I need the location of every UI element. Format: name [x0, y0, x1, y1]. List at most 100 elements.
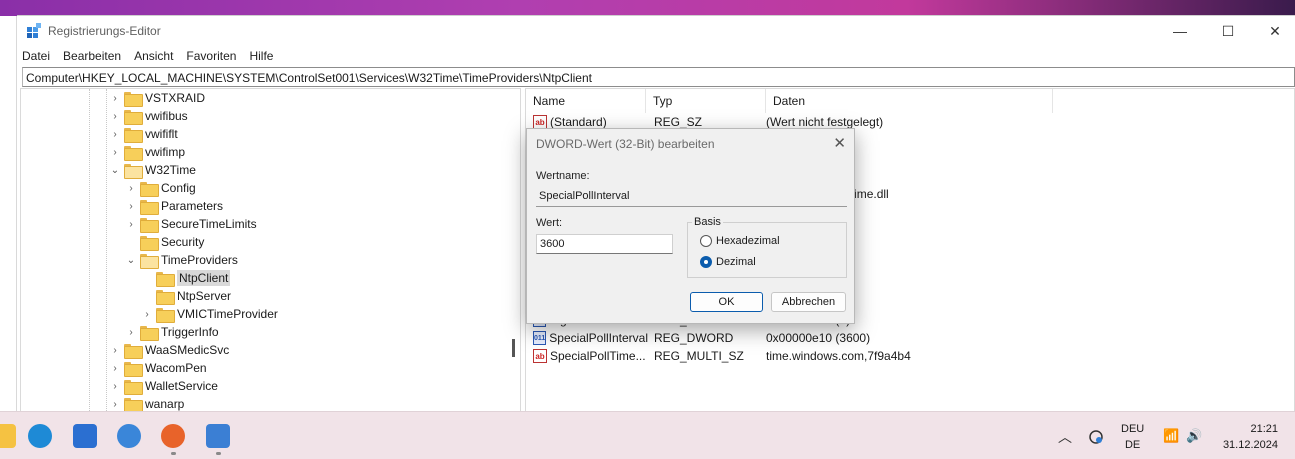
- value-data: 0x00000e10 (3600): [766, 331, 871, 345]
- dialog-close-icon[interactable]: ✕: [833, 134, 846, 152]
- value-type: REG_DWORD: [654, 331, 734, 345]
- cancel-button[interactable]: Abbrechen: [771, 292, 846, 312]
- folder-icon: [140, 199, 159, 215]
- chevron-down-icon[interactable]: ⌄: [125, 255, 137, 266]
- chevron-right-icon[interactable]: ›: [125, 183, 137, 194]
- tree-item-label: vwififlt: [145, 127, 178, 141]
- tree-item-label: vwifimp: [145, 145, 186, 159]
- value-name-cell: ab (Standard): [526, 115, 646, 129]
- tree-item[interactable]: Security: [125, 233, 204, 251]
- chevron-right-icon[interactable]: ›: [141, 309, 153, 320]
- tree-item[interactable]: ⌄ W32Time: [109, 161, 196, 179]
- pane-splitter[interactable]: [512, 339, 515, 357]
- address-bar[interactable]: Computer\HKEY_LOCAL_MACHINE\SYSTEM\Contr…: [22, 67, 1295, 87]
- defender-tray-icon[interactable]: [1088, 429, 1104, 445]
- tree-item[interactable]: › SecureTimeLimits: [125, 215, 257, 233]
- tree-item-label: WaaSMedicSvc: [145, 343, 230, 357]
- maximize-icon: ☐: [1221, 22, 1235, 39]
- chevron-right-icon[interactable]: ›: [109, 381, 121, 392]
- chevron-right-icon[interactable]: ›: [109, 399, 121, 410]
- tree-item-label: Security: [161, 235, 205, 249]
- chevron-right-icon[interactable]: ›: [125, 327, 137, 338]
- maximize-button[interactable]: ☐: [1205, 16, 1251, 46]
- chevron-down-icon[interactable]: ⌄: [109, 165, 121, 176]
- column-data[interactable]: Daten: [766, 89, 1053, 113]
- chevron-right-icon[interactable]: ›: [109, 111, 121, 122]
- dialog-title: DWORD-Wert (32-Bit) bearbeiten: [536, 137, 715, 151]
- running-indicator: [171, 452, 176, 455]
- ok-button[interactable]: OK: [690, 292, 763, 312]
- tree-item-label: TimeProviders: [161, 253, 238, 267]
- close-icon: ✕: [1269, 22, 1281, 39]
- volume-icon[interactable]: 🔊: [1186, 428, 1202, 444]
- tree-item[interactable]: › vwififlt: [109, 125, 178, 143]
- folder-icon: [156, 289, 175, 305]
- tree-item[interactable]: NtpServer: [141, 287, 231, 305]
- tree-item[interactable]: › VMICTimeProvider: [141, 305, 278, 323]
- firefox-icon[interactable]: [161, 424, 185, 448]
- tree-item-label: VMICTimeProvider: [177, 307, 278, 321]
- store-icon[interactable]: [73, 424, 97, 448]
- chevron-right-icon[interactable]: ›: [109, 93, 121, 104]
- menu-favoriten[interactable]: Favoriten: [186, 49, 236, 63]
- tree-item[interactable]: › WaaSMedicSvc: [109, 341, 229, 359]
- tree-item[interactable]: › vwifibus: [109, 107, 188, 125]
- radio-decimal[interactable]: Dezimal: [700, 256, 756, 268]
- folder-icon: [124, 127, 143, 143]
- folder-icon: [140, 253, 159, 269]
- value-data: time.windows.com,7f9a4b4: [766, 349, 911, 363]
- edge-icon[interactable]: [28, 424, 52, 448]
- tree-item[interactable]: › Config: [125, 179, 196, 197]
- tree-item[interactable]: › WacomPen: [109, 359, 207, 377]
- tree-item-label: NtpServer: [177, 289, 232, 303]
- settings-icon[interactable]: [117, 424, 141, 448]
- tree-item-label: WalletService: [145, 379, 218, 393]
- tree-guide-line: [106, 89, 107, 411]
- menu-bearbeiten[interactable]: Bearbeiten: [63, 49, 121, 63]
- menu-datei[interactable]: Datei: [22, 49, 50, 63]
- folder-icon: [140, 235, 159, 251]
- menu-hilfe[interactable]: Hilfe: [249, 49, 273, 63]
- tree-item[interactable]: › WalletService: [109, 377, 218, 395]
- value-name-field[interactable]: SpecialPollInterval: [536, 187, 847, 207]
- chevron-right-icon[interactable]: ›: [125, 201, 137, 212]
- chevron-right-icon[interactable]: ›: [125, 219, 137, 230]
- regedit-icon[interactable]: [206, 424, 230, 448]
- tree-item-label: wanarp: [145, 397, 185, 411]
- chevron-right-icon[interactable]: ›: [109, 147, 121, 158]
- tree-item[interactable]: › wanarp: [109, 395, 185, 411]
- chevron-right-icon[interactable]: ›: [109, 363, 121, 374]
- value-type: REG_SZ: [654, 115, 703, 129]
- tree-item[interactable]: › vwifimp: [109, 143, 185, 161]
- tree-item[interactable]: › Parameters: [125, 197, 223, 215]
- tree-item[interactable]: NtpClient: [141, 269, 231, 287]
- tree-item-label: W32Time: [145, 163, 196, 177]
- explorer-icon[interactable]: [0, 424, 16, 448]
- folder-icon: [124, 361, 143, 377]
- language-indicator[interactable]: DEU DE: [1121, 421, 1144, 453]
- folder-icon: [124, 91, 143, 107]
- close-button[interactable]: ✕: [1252, 16, 1295, 46]
- tree-item[interactable]: › TriggerInfo: [125, 323, 219, 341]
- clock[interactable]: 21:21 31.12.2024: [1220, 421, 1278, 453]
- title-bar[interactable]: Registrierungs-Editor — ☐ ✕: [17, 16, 1295, 46]
- column-type[interactable]: Typ: [646, 89, 766, 113]
- menu-bar: Datei Bearbeiten Ansicht Favoriten Hilfe: [17, 46, 1295, 66]
- folder-icon: [140, 325, 159, 341]
- value-data-input[interactable]: 3600: [536, 234, 673, 254]
- column-name[interactable]: Name: [526, 89, 646, 113]
- value-name: (Standard): [550, 115, 607, 129]
- value-name: SpecialPollInterval: [549, 331, 649, 345]
- value-row[interactable]: 011 SpecialPollInterval REG_DWORD 0x00000e1…: [526, 329, 870, 347]
- tray-overflow-icon[interactable]: ︿: [1058, 427, 1072, 447]
- wifi-icon[interactable]: 📶: [1163, 428, 1179, 444]
- radio-hexadecimal[interactable]: Hexadezimal: [700, 235, 780, 247]
- chevron-right-icon[interactable]: ›: [109, 345, 121, 356]
- value-row[interactable]: ab SpecialPollTime... REG_MULTI_SZ time.win…: [526, 347, 911, 365]
- window-title: Registrierungs-Editor: [48, 24, 161, 38]
- tree-item[interactable]: › VSTXRAID: [109, 89, 205, 107]
- menu-ansicht[interactable]: Ansicht: [134, 49, 173, 63]
- chevron-right-icon[interactable]: ›: [109, 129, 121, 140]
- minimize-button[interactable]: —: [1157, 16, 1203, 46]
- tree-item[interactable]: ⌄ TimeProviders: [125, 251, 238, 269]
